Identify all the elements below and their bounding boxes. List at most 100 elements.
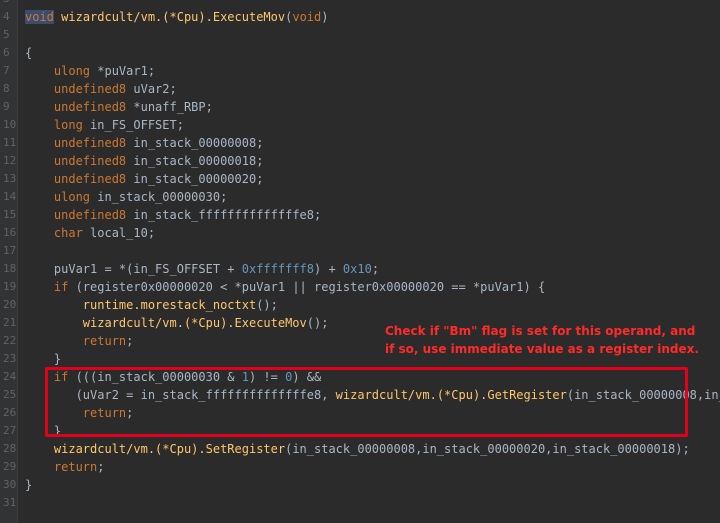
line-number: 27 [3, 424, 17, 437]
code-line[interactable]: 7 ulong *puVar1; [0, 62, 720, 80]
code-token: void [25, 10, 54, 24]
line-number: 26 [3, 406, 17, 419]
code-line[interactable]: 29 return; [0, 458, 720, 476]
code-token: puVar1 = *(in_FS_OFFSET + [25, 262, 242, 276]
code-token: uVar2; [126, 82, 177, 96]
line-number: 9 [3, 100, 10, 113]
code-line[interactable]: 17 [0, 242, 720, 260]
code-line[interactable]: 12 undefined8 in_stack_00000018; [0, 152, 720, 170]
code-token: 0xfffffff8 [241, 262, 314, 276]
code-line[interactable]: 4 void wizardcult/vm.(*Cpu).ExecuteMov(vo… [0, 8, 720, 26]
line-number: 18 [3, 262, 17, 275]
code-token: return [53, 460, 98, 474]
code-token: if [53, 280, 69, 294]
line-number: 31 [3, 496, 17, 509]
line-text: long in_FS_OFFSET; [25, 116, 184, 134]
line-number: 12 [3, 154, 17, 167]
code-token: local_10; [82, 226, 156, 240]
code-token: undefined8 [53, 100, 127, 114]
code-line[interactable]: 18 puVar1 = *(in_FS_OFFSET + 0xfffffff8)… [0, 260, 720, 278]
code-line[interactable]: 3 [0, 0, 720, 8]
line-text: undefined8 in_stack_00000020; [25, 170, 264, 188]
code-line[interactable]: 16 char local_10; [0, 224, 720, 242]
code-token: { [25, 46, 33, 60]
code-token: ; [371, 262, 380, 276]
line-number: 16 [3, 226, 17, 239]
code-line[interactable]: 19 if (register0x00000020 < *puVar1 || r… [0, 278, 720, 296]
line-number: 14 [3, 190, 17, 203]
line-number: 25 [3, 388, 17, 401]
line-number: 20 [3, 298, 17, 311]
code-line[interactable]: 6{ [0, 44, 720, 62]
line-text: return; [25, 458, 105, 476]
code-line[interactable]: 31 [0, 494, 720, 512]
code-line[interactable]: 15 undefined8 in_stack_ffffffffffffffe8; [0, 206, 720, 224]
code-token: in_stack_00000020; [126, 172, 264, 186]
line-number: 5 [3, 28, 10, 41]
code-token: *unaff_RBP; [126, 100, 213, 114]
line-number: 23 [3, 352, 17, 365]
line-text: } [25, 476, 32, 494]
line-text: puVar1 = *(in_FS_OFFSET + 0xfffffff8) + … [25, 260, 379, 278]
code-line[interactable]: 5 [0, 26, 720, 44]
code-token: ; [126, 334, 134, 348]
line-number: 15 [3, 208, 17, 221]
code-line[interactable]: 9 undefined8 *unaff_RBP; [0, 98, 720, 116]
code-token: ) [321, 10, 329, 24]
line-text: ulong *puVar1; [25, 62, 155, 80]
code-token: 0x10 [342, 262, 372, 276]
code-token: (register0x00000020 < *puVar1 || registe… [68, 280, 546, 294]
code-token: (in_stack_00000008,in_stack_00000020,in_… [285, 442, 690, 456]
line-text: runtime.morestack_noctxt(); [25, 296, 278, 314]
code-line[interactable]: 14 ulong in_stack_00000030; [0, 188, 720, 206]
code-token: undefined8 [53, 208, 127, 222]
line-number: 3 [0, 0, 17, 8]
line-number: 8 [3, 82, 10, 95]
line-text: if (register0x00000020 < *puVar1 || regi… [25, 278, 545, 296]
code-line[interactable]: 13 undefined8 in_stack_00000020; [0, 170, 720, 188]
code-line[interactable]: 28 wizardcult/vm.(*Cpu).SetRegister(in_s… [0, 440, 720, 458]
code-token: ; [97, 460, 105, 474]
line-number: 11 [3, 136, 17, 149]
line-text: } [25, 350, 61, 368]
line-number: 21 [3, 316, 17, 329]
code-token: ulong [53, 190, 91, 204]
code-editor[interactable]: 3 4 void wizardcult/vm.(*Cpu).ExecuteMov(v… [0, 0, 720, 523]
code-token: in_stack_00000030; [90, 190, 228, 204]
line-number: 13 [3, 172, 17, 185]
code-token: long [53, 118, 83, 132]
annotation-note: Check if "Bm" flag is set for this opera… [385, 322, 705, 358]
code-token: void [292, 10, 322, 24]
code-line[interactable]: 10 long in_FS_OFFSET; [0, 116, 720, 134]
code-token: return [82, 334, 127, 348]
code-line[interactable]: 8 undefined8 uVar2; [0, 80, 720, 98]
code-token: undefined8 [53, 82, 127, 96]
line-text: ulong in_stack_00000030; [25, 188, 227, 206]
code-token: in_stack_00000018; [126, 154, 264, 168]
line-text: undefined8 uVar2; [25, 80, 177, 98]
line-number: 28 [3, 442, 17, 455]
line-number: 17 [3, 244, 17, 257]
line-text: void wizardcult/vm.(*Cpu).ExecuteMov(voi… [25, 8, 328, 26]
code-line[interactable]: 30} [0, 476, 720, 494]
code-line[interactable]: 11 undefined8 in_stack_00000008; [0, 134, 720, 152]
code-token: wizardcult/vm.(*Cpu).SetRegister [53, 442, 286, 456]
code-token: } [25, 352, 62, 366]
line-number: 29 [3, 460, 17, 473]
code-line[interactable]: 20 runtime.morestack_noctxt(); [0, 296, 720, 314]
line-text: return; [25, 332, 134, 350]
line-text: wizardcult/vm.(*Cpu).SetRegister(in_stac… [25, 440, 690, 458]
annotation-line-1: Check if "Bm" flag is set for this opera… [385, 324, 696, 338]
code-token: } [25, 478, 33, 492]
